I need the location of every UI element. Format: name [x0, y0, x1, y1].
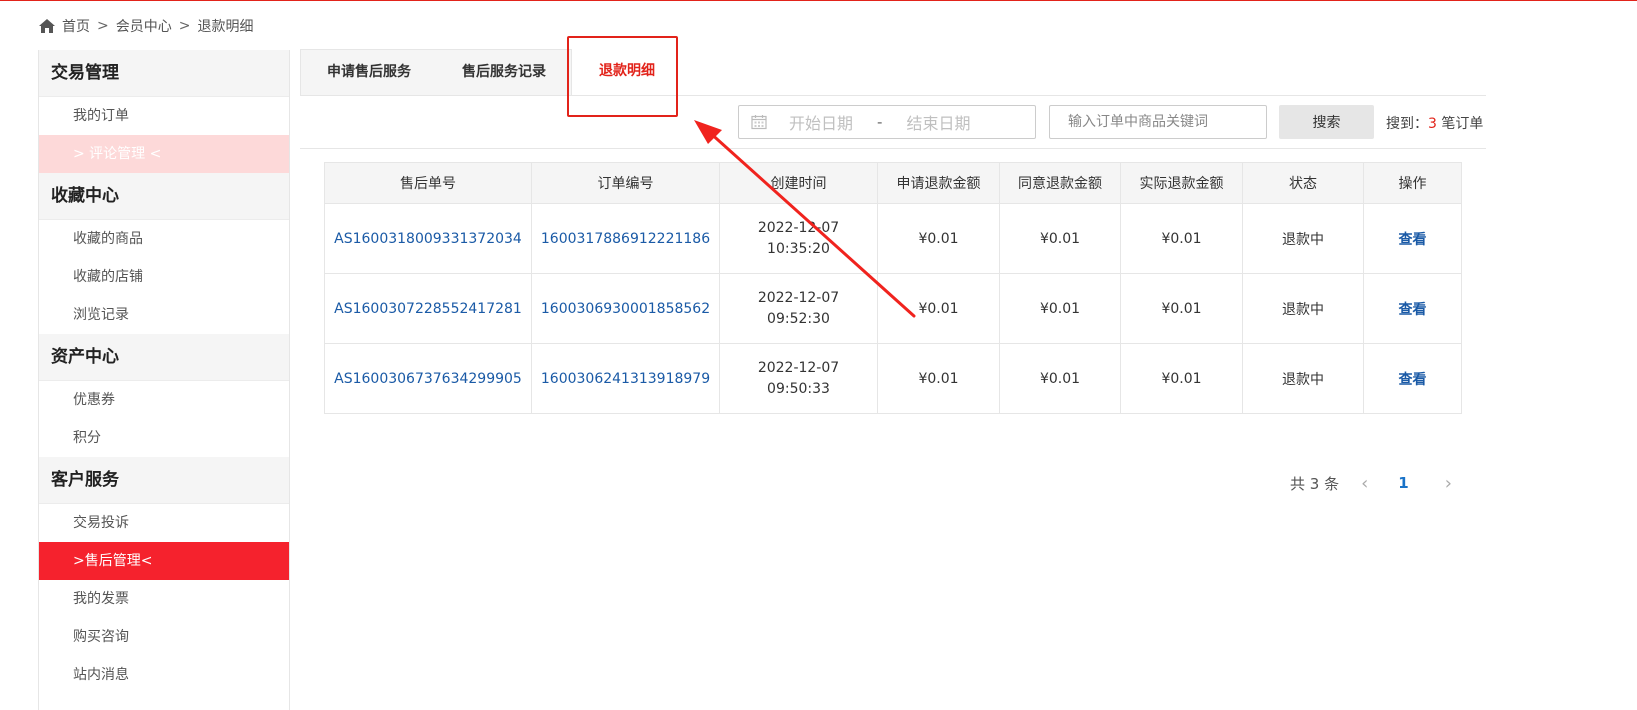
- filter-divider: [300, 148, 1486, 149]
- sidebar-item-complaints[interactable]: 交易投诉: [39, 504, 289, 542]
- tab-bar: 申请售后服务 售后服务记录 退款明细: [300, 49, 1486, 96]
- sidebar-group-trade: 交易管理: [39, 50, 289, 97]
- page-number-current[interactable]: 1: [1398, 474, 1408, 492]
- view-link[interactable]: 查看: [1363, 273, 1462, 344]
- apply-amount: ¥0.01: [877, 203, 1000, 274]
- result-count-prefix: 搜到：: [1386, 116, 1428, 132]
- table-row: AS1600307228552417281 160030693000185856…: [324, 273, 1462, 344]
- as-number-link[interactable]: AS1600307228552417281: [324, 273, 532, 344]
- agree-amount: ¥0.01: [999, 343, 1121, 414]
- date-range-dash: -: [877, 113, 883, 131]
- sidebar-group-assets: 资产中心: [39, 334, 289, 381]
- actual-amount: ¥0.01: [1120, 203, 1243, 274]
- tab-apply-after-sales[interactable]: 申请售后服务: [300, 49, 438, 95]
- refund-table: 售后单号 订单编号 创建时间 申请退款金额 同意退款金额 实际退款金额 状态 操…: [324, 162, 1462, 414]
- next-page-icon[interactable]: ›: [1445, 473, 1452, 494]
- created-clock: 10:35:20: [767, 240, 830, 257]
- view-link[interactable]: 查看: [1363, 203, 1462, 274]
- sidebar-item-invoices[interactable]: 我的发票: [39, 580, 289, 618]
- created-clock: 09:50:33: [767, 380, 830, 397]
- actual-amount: ¥0.01: [1120, 273, 1243, 344]
- sidebar: 交易管理 我的订单 > 评论管理 < 收藏中心 收藏的商品 收藏的店铺 浏览记录…: [38, 50, 290, 710]
- created-time: 2022-12-07 10:35:20: [719, 203, 878, 274]
- apply-amount: ¥0.01: [877, 343, 1000, 414]
- table-header-row: 售后单号 订单编号 创建时间 申请退款金额 同意退款金额 实际退款金额 状态 操…: [324, 162, 1462, 204]
- sidebar-item-reviews[interactable]: > 评论管理 <: [39, 135, 289, 173]
- col-header-agree-amount: 同意退款金额: [999, 162, 1121, 204]
- order-number-link[interactable]: 1600317886912221186: [531, 203, 720, 274]
- col-header-status: 状态: [1242, 162, 1364, 204]
- created-time: 2022-12-07 09:52:30: [719, 273, 878, 344]
- start-date-field[interactable]: 开始日期: [789, 110, 853, 134]
- result-count-number: 3: [1428, 116, 1437, 132]
- col-header-order-no: 订单编号: [531, 162, 720, 204]
- breadcrumb-member-center[interactable]: 会员中心: [116, 16, 172, 36]
- as-number-link[interactable]: AS1600318009331372034: [324, 203, 532, 274]
- search-button[interactable]: 搜索: [1279, 105, 1374, 139]
- sidebar-item-fav-products[interactable]: 收藏的商品: [39, 220, 289, 258]
- breadcrumb-home[interactable]: 首页: [62, 16, 90, 36]
- col-header-apply-amount: 申请退款金额: [877, 162, 1000, 204]
- result-count: 搜到：3 笔订单: [1386, 113, 1483, 133]
- end-date-field[interactable]: 结束日期: [906, 110, 970, 134]
- sidebar-item-coupons[interactable]: 优惠券: [39, 381, 289, 419]
- tab-after-sales-records[interactable]: 售后服务记录: [437, 49, 572, 95]
- created-clock: 09:52:30: [767, 310, 830, 327]
- agree-amount: ¥0.01: [999, 203, 1121, 274]
- pagination-total: 共 3 条: [1290, 474, 1340, 493]
- order-number-link[interactable]: 1600306930001858562: [531, 273, 720, 344]
- order-number-link[interactable]: 1600306241313918979: [531, 343, 720, 414]
- status-text: 退款中: [1242, 273, 1364, 344]
- keyword-search-input[interactable]: [1049, 105, 1267, 139]
- sidebar-item-messages[interactable]: 站内消息: [39, 656, 289, 694]
- breadcrumb-separator: >: [178, 18, 191, 34]
- created-date: 2022-12-07: [757, 359, 840, 376]
- status-text: 退款中: [1242, 343, 1364, 414]
- breadcrumb: 首页 > 会员中心 > 退款明细: [38, 16, 253, 36]
- table-row: AS1600306737634299905 160030624131391897…: [324, 343, 1462, 414]
- sidebar-item-my-orders[interactable]: 我的订单: [39, 97, 289, 135]
- created-time: 2022-12-07 09:50:33: [719, 343, 878, 414]
- pagination: 共 3 条 ‹ 1 ›: [1290, 472, 1452, 494]
- sidebar-item-after-sales[interactable]: >售后管理<: [39, 542, 289, 580]
- as-number-link[interactable]: AS1600306737634299905: [324, 343, 532, 414]
- col-header-created: 创建时间: [719, 162, 878, 204]
- status-text: 退款中: [1242, 203, 1364, 274]
- created-date: 2022-12-07: [757, 289, 840, 306]
- actual-amount: ¥0.01: [1120, 343, 1243, 414]
- top-accent-line: [0, 0, 1637, 1]
- col-header-actual-amount: 实际退款金额: [1120, 162, 1243, 204]
- sidebar-item-consult[interactable]: 购买咨询: [39, 618, 289, 656]
- sidebar-item-points[interactable]: 积分: [39, 419, 289, 457]
- breadcrumb-current: 退款明细: [197, 19, 254, 35]
- table-row: AS1600318009331372034 160031788691222118…: [324, 203, 1462, 274]
- home-icon[interactable]: [38, 18, 56, 34]
- agree-amount: ¥0.01: [999, 273, 1121, 344]
- sidebar-group-service: 客户服务: [39, 457, 289, 504]
- sidebar-group-favorites: 收藏中心: [39, 173, 289, 220]
- result-count-suffix: 笔订单: [1441, 116, 1484, 132]
- view-link[interactable]: 查看: [1363, 343, 1462, 414]
- breadcrumb-separator: >: [97, 18, 109, 34]
- col-header-as-no: 售后单号: [324, 162, 532, 204]
- date-range-picker[interactable]: 开始日期 - 结束日期: [738, 105, 1036, 139]
- calendar-icon: [751, 115, 767, 130]
- sidebar-item-fav-shops[interactable]: 收藏的店铺: [39, 258, 289, 296]
- sidebar-item-history[interactable]: 浏览记录: [39, 296, 289, 334]
- annotation-highlight-box: [567, 36, 678, 117]
- apply-amount: ¥0.01: [877, 273, 1000, 344]
- col-header-action: 操作: [1363, 162, 1462, 204]
- prev-page-icon[interactable]: ‹: [1361, 473, 1368, 494]
- created-date: 2022-12-07: [757, 219, 840, 236]
